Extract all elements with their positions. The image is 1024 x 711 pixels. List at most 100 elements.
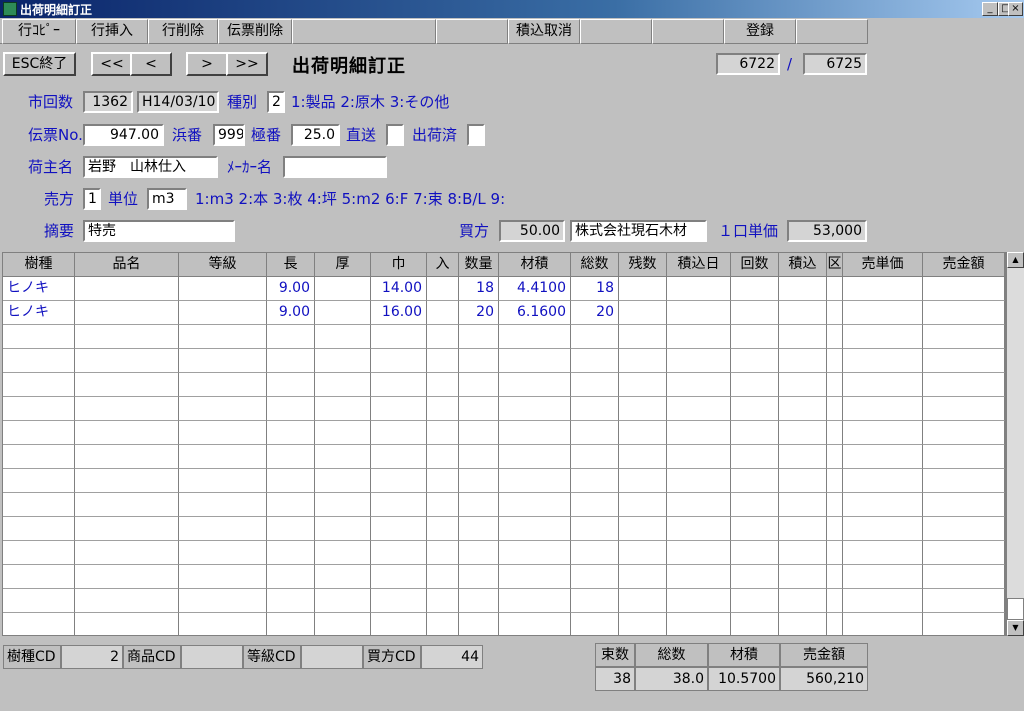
cell-volume[interactable] (499, 613, 571, 635)
cell-length[interactable] (267, 613, 315, 635)
cell-product-name[interactable] (75, 325, 179, 349)
cell-total-count[interactable] (571, 565, 619, 589)
menu-blank-5[interactable] (796, 19, 868, 44)
cell-thickness[interactable] (315, 277, 371, 301)
unit-field[interactable]: m3 (147, 188, 187, 210)
cell-product-name[interactable] (75, 421, 179, 445)
buyer-name-field[interactable]: 株式会社現石木材 (570, 220, 707, 242)
cell-total-count[interactable] (571, 517, 619, 541)
menu-copy-row[interactable]: 行ｺﾋﾟｰ (2, 19, 76, 44)
cell-amount[interactable] (923, 493, 1005, 517)
cell-loaded[interactable] (779, 541, 827, 565)
cell-loaded[interactable] (779, 589, 827, 613)
cell-round[interactable] (731, 421, 779, 445)
cell-loading-date[interactable] (667, 493, 731, 517)
cell-product-name[interactable] (75, 565, 179, 589)
column-header-pieces[interactable]: 入 (427, 253, 459, 277)
cell-product-name[interactable] (75, 277, 179, 301)
cell-product-name[interactable] (75, 445, 179, 469)
cell-round[interactable] (731, 325, 779, 349)
cell-unit-price[interactable] (843, 397, 923, 421)
cell-product-name[interactable] (75, 397, 179, 421)
cell-species[interactable] (3, 349, 75, 373)
cell-width[interactable] (371, 325, 427, 349)
cell-remaining[interactable] (619, 445, 667, 469)
scroll-up-icon[interactable]: ▲ (1007, 252, 1024, 268)
cell-section[interactable] (827, 565, 843, 589)
cell-quantity[interactable] (459, 589, 499, 613)
cell-pieces[interactable] (427, 421, 459, 445)
cell-section[interactable] (827, 277, 843, 301)
cell-volume[interactable]: 6.1600 (499, 301, 571, 325)
next-record-button[interactable]: > (186, 52, 228, 76)
cell-loaded[interactable] (779, 445, 827, 469)
cell-thickness[interactable] (315, 397, 371, 421)
menu-blank-2[interactable] (436, 19, 508, 44)
cell-volume[interactable] (499, 445, 571, 469)
cell-thickness[interactable] (315, 301, 371, 325)
cell-remaining[interactable] (619, 373, 667, 397)
cell-unit-price[interactable] (843, 517, 923, 541)
cell-round[interactable] (731, 613, 779, 635)
cell-total-count[interactable] (571, 397, 619, 421)
close-button[interactable]: × (1008, 2, 1023, 16)
cell-pieces[interactable] (427, 613, 459, 635)
cell-total-count[interactable]: 20 (571, 301, 619, 325)
cell-remaining[interactable] (619, 517, 667, 541)
cell-thickness[interactable] (315, 445, 371, 469)
cell-loading-date[interactable] (667, 589, 731, 613)
cell-remaining[interactable] (619, 277, 667, 301)
cell-product-name[interactable] (75, 613, 179, 635)
cell-section[interactable] (827, 493, 843, 517)
cell-pieces[interactable] (427, 565, 459, 589)
cell-species[interactable] (3, 421, 75, 445)
cell-remaining[interactable] (619, 565, 667, 589)
cell-total-count[interactable] (571, 589, 619, 613)
cell-loading-date[interactable] (667, 565, 731, 589)
cell-loading-date[interactable] (667, 373, 731, 397)
cell-remaining[interactable] (619, 397, 667, 421)
cell-thickness[interactable] (315, 565, 371, 589)
cell-amount[interactable] (923, 421, 1005, 445)
cell-length[interactable] (267, 373, 315, 397)
cell-grade[interactable] (179, 373, 267, 397)
cell-loaded[interactable] (779, 565, 827, 589)
cell-unit-price[interactable] (843, 373, 923, 397)
cell-volume[interactable] (499, 421, 571, 445)
cell-pieces[interactable] (427, 277, 459, 301)
cell-width[interactable] (371, 565, 427, 589)
first-record-button[interactable]: << (91, 52, 133, 76)
cell-width[interactable] (371, 493, 427, 517)
cell-volume[interactable] (499, 373, 571, 397)
cell-thickness[interactable] (315, 493, 371, 517)
cell-amount[interactable] (923, 277, 1005, 301)
cell-volume[interactable] (499, 517, 571, 541)
cell-volume[interactable] (499, 565, 571, 589)
cell-unit-price[interactable] (843, 349, 923, 373)
cell-species[interactable] (3, 613, 75, 635)
cell-species[interactable] (3, 541, 75, 565)
cell-grade[interactable] (179, 493, 267, 517)
cell-volume[interactable] (499, 397, 571, 421)
menu-blank-1[interactable] (292, 19, 436, 44)
cell-section[interactable] (827, 469, 843, 493)
cell-product-name[interactable] (75, 373, 179, 397)
cell-loading-date[interactable] (667, 349, 731, 373)
cell-product-name[interactable] (75, 541, 179, 565)
cell-product-name[interactable] (75, 469, 179, 493)
cell-quantity[interactable] (459, 325, 499, 349)
cell-width[interactable]: 14.00 (371, 277, 427, 301)
cell-unit-price[interactable] (843, 589, 923, 613)
cell-pieces[interactable] (427, 469, 459, 493)
cell-loaded[interactable] (779, 277, 827, 301)
cell-amount[interactable] (923, 469, 1005, 493)
pole-no-field[interactable]: 25.0 (291, 124, 340, 146)
cell-loaded[interactable] (779, 421, 827, 445)
cell-unit-price[interactable] (843, 277, 923, 301)
cell-amount[interactable] (923, 589, 1005, 613)
column-header-grade[interactable]: 等級 (179, 253, 267, 277)
cell-length[interactable] (267, 589, 315, 613)
cell-unit-price[interactable] (843, 421, 923, 445)
cell-length[interactable] (267, 445, 315, 469)
cell-round[interactable] (731, 541, 779, 565)
